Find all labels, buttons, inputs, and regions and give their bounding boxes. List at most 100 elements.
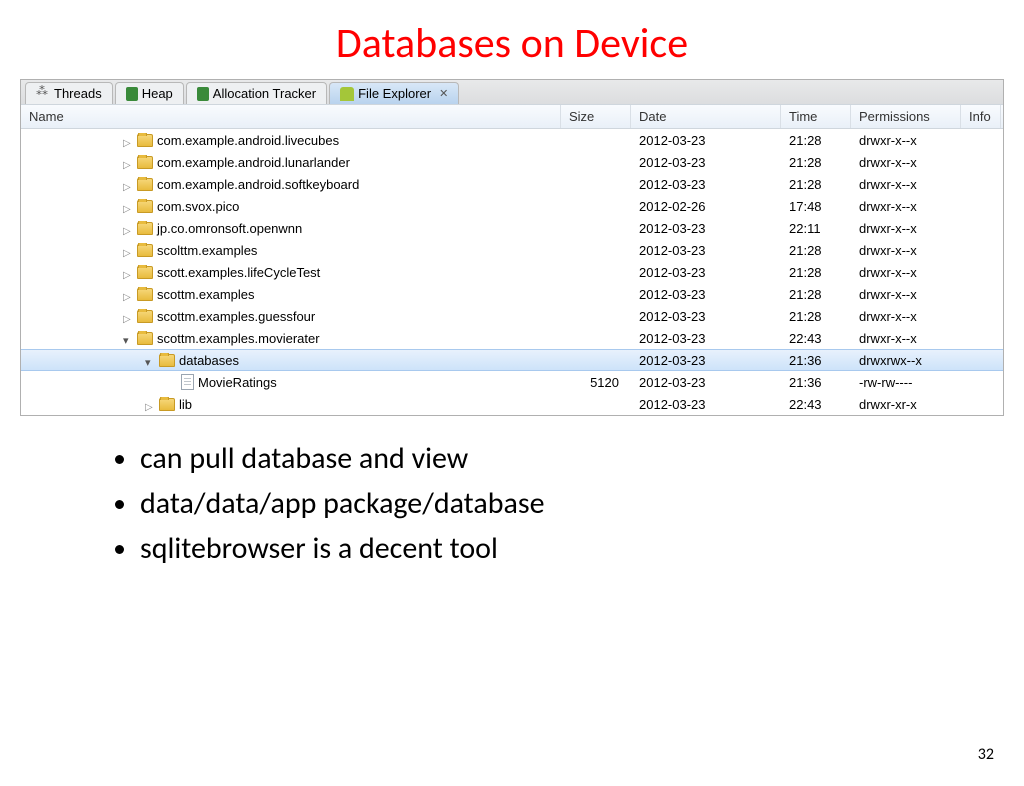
tree-row[interactable]: com.example.android.livecubes2012-03-232…	[21, 129, 1003, 151]
tree-row[interactable]: scottm.examples.movierater 2012-03-2322:4…	[21, 327, 1003, 349]
expander-icon[interactable]	[123, 310, 133, 320]
item-date: 2012-03-23	[631, 309, 781, 324]
expander-icon[interactable]	[123, 222, 133, 232]
tree-row[interactable]: jp.co.omronsoft.openwnn2012-03-2322:11dr…	[21, 217, 1003, 239]
android-icon	[340, 87, 354, 101]
item-time: 21:28	[781, 155, 851, 170]
item-time: 21:28	[781, 265, 851, 280]
tree-row[interactable]: scott.examples.lifeCycleTest 2012-03-2321…	[21, 261, 1003, 283]
item-name: com.example.android.lunarlander	[157, 155, 350, 170]
item-time: 21:28	[781, 243, 851, 258]
tree-row[interactable]: scottm.examples.guessfour2012-03-2321:28…	[21, 305, 1003, 327]
item-name: scottm.examples	[157, 287, 255, 302]
tree-rows: com.example.android.livecubes2012-03-232…	[21, 129, 1003, 415]
folder-icon	[137, 288, 153, 301]
tree-row[interactable]: databases2012-03-2321:36drwxrwx--x	[21, 349, 1003, 371]
item-name: com.example.android.softkeyboard	[157, 177, 359, 192]
item-name: jp.co.omronsoft.openwnn	[157, 221, 302, 236]
item-time: 17:48	[781, 199, 851, 214]
item-time: 21:36	[781, 353, 851, 368]
item-time: 22:43	[781, 331, 851, 346]
item-permissions: drwxr-x--x	[851, 177, 961, 192]
column-size[interactable]: Size	[561, 105, 631, 128]
expander-icon[interactable]	[123, 244, 133, 254]
item-permissions: drwxr-x--x	[851, 287, 961, 302]
bullet-item: sqlitebrowser is a decent tool	[140, 530, 964, 567]
column-header: NameSizeDateTimePermissionsInfo	[21, 104, 1003, 129]
item-permissions: -rw-rw----	[851, 375, 961, 390]
tree-row[interactable]: MovieRatings51202012-03-2321:36-rw-rw---…	[21, 371, 1003, 393]
item-date: 2012-02-26	[631, 199, 781, 214]
tree-row[interactable]: com.example.android.lunarlander 2012-03-2…	[21, 151, 1003, 173]
tab-label: File Explorer	[358, 86, 431, 101]
tree-row[interactable]: com.svox.pico2012-02-2617:48drwxr-x--x	[21, 195, 1003, 217]
tab-label: Threads	[54, 86, 102, 101]
item-date: 2012-03-23	[631, 177, 781, 192]
item-permissions: drwxr-x--x	[851, 331, 961, 346]
item-time: 21:36	[781, 375, 851, 390]
bullet-item: can pull database and view	[140, 440, 964, 477]
tree-row[interactable]: scottm.examples2012-03-2321:28drwxr-x--x	[21, 283, 1003, 305]
tree-row[interactable]: com.example.android.softkeyboard 2012-03-…	[21, 173, 1003, 195]
bullet-list: can pull database and view data/data/app …	[100, 440, 964, 567]
folder-icon	[137, 222, 153, 235]
item-date: 2012-03-23	[631, 375, 781, 390]
tab-label: Allocation Tracker	[213, 86, 316, 101]
tab-allocation-tracker[interactable]: Allocation Tracker	[186, 82, 327, 104]
expander-icon[interactable]	[123, 156, 133, 166]
item-name: databases	[179, 353, 239, 368]
tab-threads[interactable]: Threads	[25, 82, 113, 104]
item-name: scottm.examples.movierater	[157, 331, 320, 346]
expander-icon[interactable]	[123, 200, 133, 210]
column-name[interactable]: Name	[21, 105, 561, 128]
item-permissions: drwxr-x--x	[851, 309, 961, 324]
item-time: 21:28	[781, 177, 851, 192]
folder-icon	[159, 398, 175, 411]
item-name: lib	[179, 397, 192, 412]
item-date: 2012-03-23	[631, 287, 781, 302]
item-permissions: drwxrwx--x	[851, 353, 961, 368]
item-name: MovieRatings	[198, 375, 277, 390]
expander-icon[interactable]	[145, 354, 155, 364]
tab-heap[interactable]: Heap	[115, 82, 184, 104]
expander-icon[interactable]	[145, 398, 155, 408]
tab-bar: Threads Heap Allocation Tracker File Explor…	[21, 80, 1003, 104]
expander-icon[interactable]	[123, 134, 133, 144]
item-name: com.example.android.livecubes	[157, 133, 339, 148]
item-time: 21:28	[781, 133, 851, 148]
file-explorer-panel: Threads Heap Allocation Tracker File Explor…	[20, 79, 1004, 416]
expander-icon[interactable]	[123, 288, 133, 298]
column-time[interactable]: Time	[781, 105, 851, 128]
folder-icon	[137, 134, 153, 147]
folder-icon	[137, 266, 153, 279]
column-permissions[interactable]: Permissions	[851, 105, 961, 128]
item-date: 2012-03-23	[631, 331, 781, 346]
item-date: 2012-03-23	[631, 221, 781, 236]
expander-icon[interactable]	[123, 266, 133, 276]
folder-icon	[137, 200, 153, 213]
expander-icon[interactable]	[123, 178, 133, 188]
column-info[interactable]: Info	[961, 105, 1001, 128]
page-number: 32	[978, 745, 994, 764]
item-date: 2012-03-23	[631, 265, 781, 280]
item-permissions: drwxr-x--x	[851, 243, 961, 258]
item-permissions: drwxr-x--x	[851, 199, 961, 214]
item-name: scott.examples.lifeCycleTest	[157, 265, 320, 280]
close-icon[interactable]: ✕	[439, 87, 448, 100]
folder-icon	[137, 244, 153, 257]
item-time: 22:11	[781, 221, 851, 236]
folder-icon	[137, 332, 153, 345]
tab-file-explorer[interactable]: File Explorer ✕	[329, 82, 459, 104]
item-permissions: drwxr-x--x	[851, 265, 961, 280]
bullet-item: data/data/app package/database	[140, 485, 964, 522]
tree-row[interactable]: scolttm.examples2012-03-2321:28drwxr-x--…	[21, 239, 1003, 261]
folder-icon	[137, 310, 153, 323]
tree-row[interactable]: lib2012-03-2322:43drwxr-xr-x	[21, 393, 1003, 415]
item-date: 2012-03-23	[631, 155, 781, 170]
expander-icon	[167, 376, 177, 386]
folder-icon	[137, 178, 153, 191]
expander-icon[interactable]	[123, 332, 133, 342]
trash-icon	[197, 87, 209, 101]
column-date[interactable]: Date	[631, 105, 781, 128]
tab-label: Heap	[142, 86, 173, 101]
